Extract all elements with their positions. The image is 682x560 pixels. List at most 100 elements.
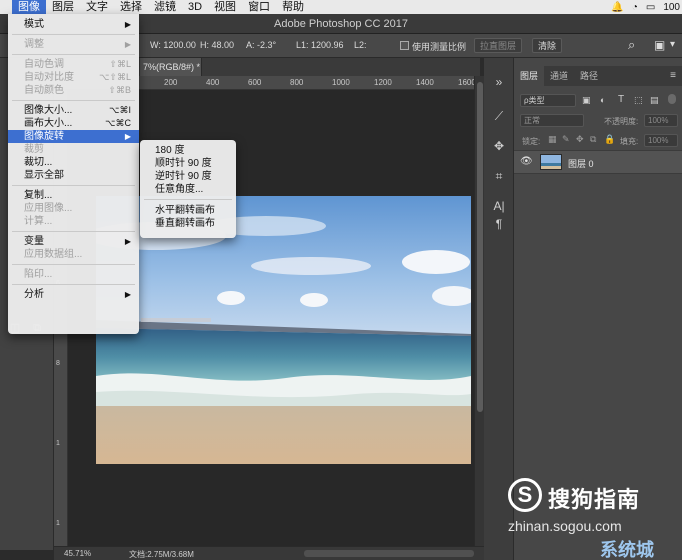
panel-tab[interactable]: 图层 xyxy=(514,66,545,86)
submenu-arrow-icon: ▶ xyxy=(124,20,131,29)
lock-artboard-icon[interactable]: ⧉ xyxy=(590,134,596,145)
submenu-item[interactable]: 逆时针 90 度 xyxy=(140,170,236,183)
measure-icon[interactable]: ⟋ xyxy=(491,108,507,124)
menubar-item[interactable]: 窗口 xyxy=(242,0,276,14)
menubar-item[interactable]: 图层 xyxy=(46,0,80,14)
horizontal-scrollbar[interactable] xyxy=(304,550,474,557)
sogou-logo-icon: S xyxy=(508,478,542,512)
menu-item-label: 分析 xyxy=(24,289,44,300)
fill-field[interactable]: 100% xyxy=(644,134,678,147)
wifi-icon[interactable]: ◔ xyxy=(632,2,638,13)
menu-item-label: 变量 xyxy=(24,236,44,247)
menubar-item[interactable]: 滤镜 xyxy=(148,0,182,14)
layer-name: 图层 0 xyxy=(568,159,594,169)
layer-thumbnail-image xyxy=(541,155,561,169)
ruler-tick: 8 xyxy=(56,360,60,367)
ruler-tick: 1400 xyxy=(416,78,434,87)
opacity-field[interactable]: 100% xyxy=(644,114,678,127)
layer-row[interactable]: 👁 图层 0 xyxy=(514,150,682,174)
menubar-item[interactable]: 3D xyxy=(182,0,208,14)
document-tab[interactable]: 7%(RGB/8#) * xyxy=(140,58,202,76)
vertical-scrollbar[interactable] xyxy=(474,76,484,546)
menubar-item[interactable]: 文字 xyxy=(80,0,114,14)
submenu-item[interactable]: 任意角度... xyxy=(140,183,236,196)
crop-icon[interactable]: ⌗ xyxy=(491,168,507,184)
ruler-tick: 1 xyxy=(56,520,60,527)
menu-item: 自动对比度 ⌥⇧⌘L xyxy=(8,71,139,84)
menu-item[interactable]: 图像大小... ⌥⌘I xyxy=(8,104,139,117)
image-rotation-submenu: 180 度顺时针 90 度逆时针 90 度任意角度... 水平翻转画布 垂直翻转画布 xyxy=(140,140,236,238)
submenu-arrow-icon: ▶ xyxy=(124,40,131,49)
submenu-item[interactable]: 顺时针 90 度 xyxy=(140,157,236,170)
image-menu-dropdown: 模式 ▶ 调整 ▶ 自动色调 ⇧⌘L 自动对比度 ⌥⇧⌘L 自动颜色 ⇧⌘B 图像大小... ⌥⌘I 画… xyxy=(8,14,139,334)
menu-item-label: 自动颜色 xyxy=(24,85,64,96)
menu-item: 应用数据组... xyxy=(8,248,139,261)
watermark-brand: 搜狗指南 xyxy=(548,487,641,512)
layer-filter-select[interactable]: ρ类型 xyxy=(520,94,576,107)
filter-toggle[interactable] xyxy=(668,94,676,104)
blend-mode-select[interactable]: 正常 xyxy=(520,114,584,127)
zoom-level[interactable]: 45.71% xyxy=(64,549,91,558)
puzzle-icon[interactable]: ✥ xyxy=(491,138,507,154)
width-value: W: 1200.00 xyxy=(150,40,196,50)
submenu-item[interactable]: 水平翻转画布 xyxy=(140,204,236,217)
lock-move-icon[interactable]: ✥ xyxy=(576,134,584,145)
ruler-tick: 1000 xyxy=(332,78,350,87)
menu-item[interactable]: 显示全部 xyxy=(8,169,139,182)
lock-pixels-icon[interactable]: ▦ xyxy=(548,134,557,145)
battery-icon[interactable]: ▭ xyxy=(646,2,655,13)
l2-value: L2: xyxy=(354,40,367,50)
submenu-item[interactable]: 垂直翻转画布 xyxy=(140,217,236,230)
apple-menu-icon[interactable] xyxy=(0,0,12,14)
filter-pixel-icon[interactable]: ▣ xyxy=(582,95,591,106)
menubar-item[interactable]: 帮助 xyxy=(276,0,310,14)
workspace-chevron-icon[interactable]: ▾ xyxy=(670,39,675,50)
filter-type-icon[interactable]: T xyxy=(618,94,624,105)
menu-item[interactable]: 裁切... xyxy=(8,156,139,169)
ruler-tick: 1200 xyxy=(374,78,392,87)
workspace-icon[interactable]: ▣ xyxy=(654,38,665,52)
filter-smart-icon[interactable]: ▤ xyxy=(650,95,659,106)
menu-item-label: 图像旋转 xyxy=(24,131,64,142)
ruler-tick: 600 xyxy=(248,78,262,87)
menubar-item[interactable]: 选择 xyxy=(114,0,148,14)
clear-button[interactable]: 清除 xyxy=(532,38,563,53)
panel-tab[interactable]: 路径 xyxy=(574,66,604,86)
menu-item[interactable]: 图像旋转 ▶ xyxy=(8,130,139,143)
filter-adjust-icon[interactable]: ◐ xyxy=(600,95,605,105)
measure-scale-checkbox[interactable] xyxy=(400,41,409,50)
menu-separator xyxy=(12,231,135,232)
visibility-eye-icon[interactable]: 👁 xyxy=(520,156,533,167)
character-icon[interactable]: A| xyxy=(491,198,507,214)
panel-menu-icon[interactable]: ≡ xyxy=(670,70,676,81)
notification-icon[interactable]: 🔔 xyxy=(611,2,623,13)
lock-label: 锁定: xyxy=(522,137,541,146)
collapse-icon[interactable]: » xyxy=(491,74,507,90)
layer-thumbnail xyxy=(540,154,562,170)
submenu-item[interactable]: 180 度 xyxy=(140,144,236,157)
menu-separator xyxy=(12,34,135,35)
search-icon[interactable]: ⌕ xyxy=(628,37,635,53)
straighten-layer-button[interactable]: 拉直图层 xyxy=(474,38,523,53)
lock-all-icon[interactable]: 🔒 xyxy=(604,134,615,145)
menu-item-label: 应用数据组... xyxy=(24,249,83,260)
paragraph-icon[interactable]: ¶ xyxy=(491,216,507,232)
menubar-item[interactable]: 视图 xyxy=(208,0,242,14)
menu-item[interactable]: 变量 ▶ xyxy=(8,235,139,248)
filter-shape-icon[interactable]: ⬚ xyxy=(634,95,643,106)
menu-item[interactable]: 复制... xyxy=(8,189,139,202)
menu-separator xyxy=(12,185,135,186)
menu-item-shortcut: ⌥⌘C xyxy=(105,118,131,128)
menubar-item[interactable]: 图像 xyxy=(12,0,46,14)
menu-item-label: 自动色调 xyxy=(24,59,64,70)
lock-paint-icon[interactable]: ✎ xyxy=(562,134,570,145)
document-size[interactable]: 文档:2.75M/3.68M xyxy=(129,549,194,560)
menu-item[interactable]: 模式 ▶ xyxy=(8,18,139,31)
watermark-url: zhinan.sogou.com xyxy=(508,518,622,534)
panel-tab[interactable]: 通道 xyxy=(544,66,574,86)
scrollbar-thumb[interactable] xyxy=(477,82,483,412)
menu-item[interactable]: 画布大小... ⌥⌘C xyxy=(8,117,139,130)
menu-item-label: 图像大小... xyxy=(24,105,73,116)
panel-tabs: 图层 通道 路径 xyxy=(514,66,682,86)
menu-item[interactable]: 分析 ▶ xyxy=(8,288,139,301)
